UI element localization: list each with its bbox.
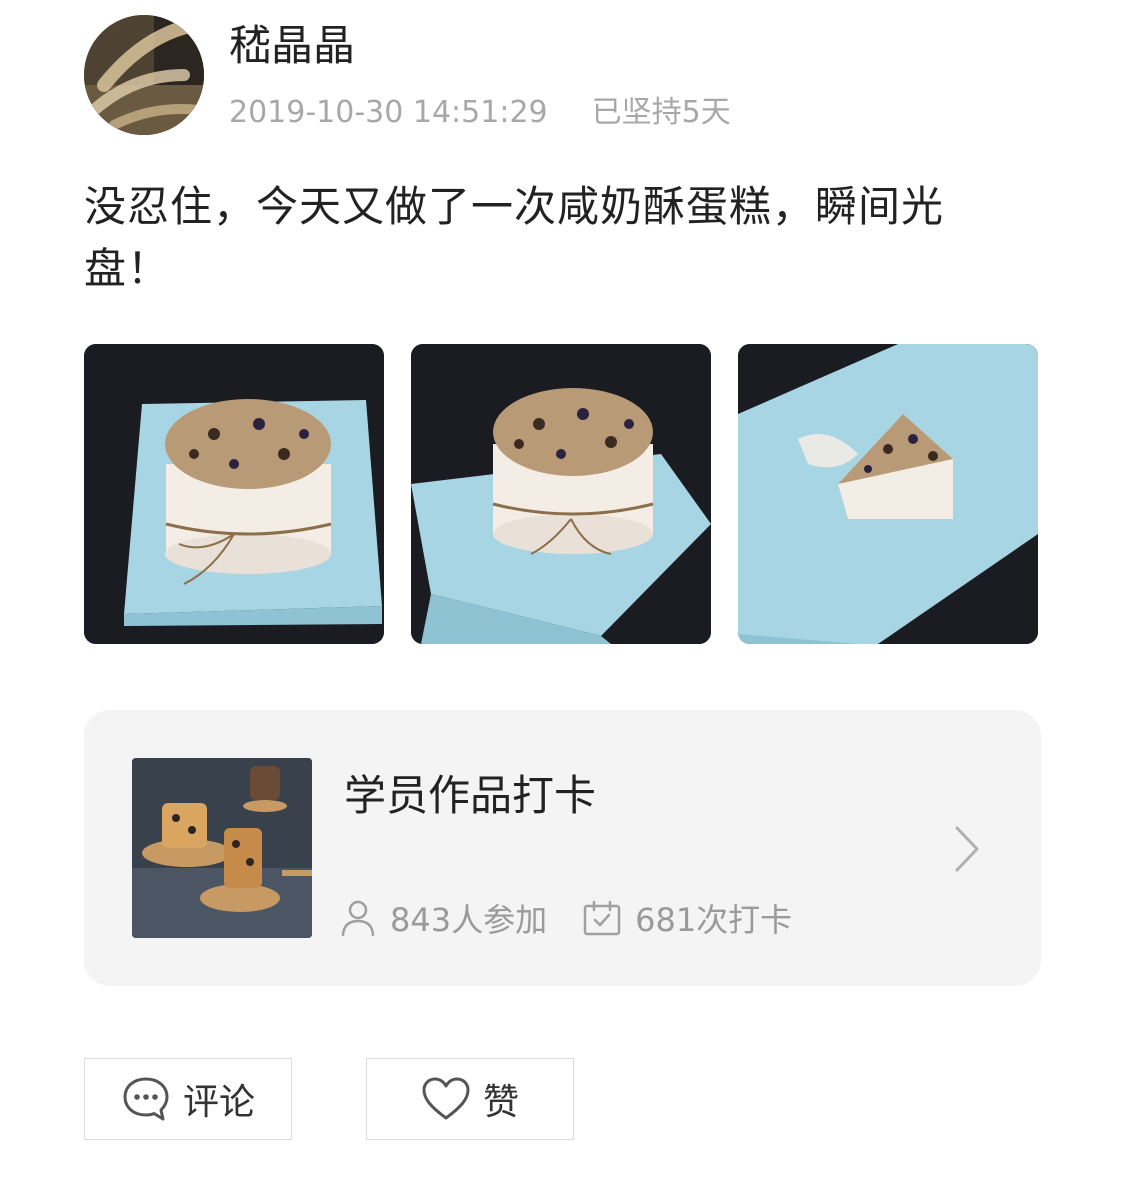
- person-icon: [341, 900, 375, 937]
- comment-label: 评论: [182, 1082, 255, 1123]
- like-label: 赞: [482, 1082, 519, 1123]
- heart-icon: [422, 1077, 470, 1120]
- streak-label: 已坚持5天: [591, 95, 731, 130]
- post-photo-3[interactable]: [738, 344, 1038, 644]
- post-meta: 2019-10-30 14:51:29 已坚持5天: [229, 92, 731, 134]
- post-photo-2[interactable]: [411, 344, 711, 644]
- campaign-title: 学员作品打卡: [344, 771, 597, 820]
- checkins-count: 681次打卡: [635, 901, 793, 939]
- post-photo-1[interactable]: [84, 344, 384, 644]
- campaign-thumbnail: [132, 758, 312, 938]
- checkins-stat: 681次打卡: [583, 895, 792, 941]
- comment-bubble-icon: [123, 1077, 169, 1121]
- comment-button[interactable]: 评论: [84, 1058, 292, 1140]
- like-button[interactable]: 赞: [366, 1058, 574, 1140]
- checkin-campaign-card[interactable]: 学员作品打卡 843人参加 681次打卡: [84, 710, 1041, 986]
- participants-count: 843人参加: [390, 901, 548, 939]
- username[interactable]: 嵇晶晶: [229, 20, 355, 72]
- participants-stat: 843人参加: [340, 895, 547, 941]
- post-timestamp: 2019-10-30 14:51:29: [229, 95, 548, 130]
- campaign-stats: 843人参加 681次打卡: [340, 896, 792, 940]
- post-text: 没忍住，今天又做了一次咸奶酥蛋糕，瞬间光盘！: [84, 182, 945, 293]
- avatar[interactable]: [84, 15, 204, 135]
- chevron-right-icon[interactable]: [952, 824, 982, 874]
- calendar-check-icon: [583, 900, 621, 936]
